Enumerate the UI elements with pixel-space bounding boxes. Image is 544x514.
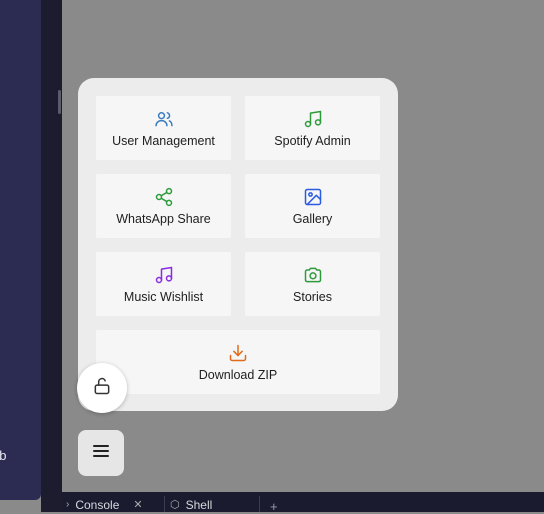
close-icon[interactable]: ✕ [133, 498, 142, 511]
tile-label: User Management [112, 134, 215, 148]
music-icon [153, 264, 175, 286]
download-zip-button[interactable]: Download ZIP [96, 330, 380, 394]
tile-label: Gallery [292, 212, 333, 226]
tab-console[interactable]: › Console ✕ [66, 497, 143, 512]
unlock-button[interactable] [77, 363, 127, 413]
tile-label: Spotify Admin [274, 134, 351, 148]
tab-shell[interactable]: ⬡ Shell [170, 497, 212, 512]
music-icon [302, 108, 324, 130]
quick-actions-panel: User Management Spotify Admin WhatsApp S… [78, 78, 398, 411]
tile-label: Music Wishlist [123, 290, 204, 304]
menu-toggle-button[interactable] [78, 430, 124, 476]
whatsapp-share-button[interactable]: WhatsApp Share [96, 174, 231, 238]
camera-icon [302, 264, 324, 286]
tab-divider [259, 496, 260, 512]
tile-label: WhatsApp Share [116, 212, 211, 226]
users-icon [153, 108, 175, 130]
share-icon [153, 186, 175, 208]
unlock-icon [92, 376, 112, 401]
left-sidebar: ob [0, 0, 41, 500]
image-icon [302, 186, 324, 208]
sidebar-gutter [41, 0, 62, 512]
gallery-button[interactable]: Gallery [245, 174, 380, 238]
user-management-button[interactable]: User Management [96, 96, 231, 160]
resize-handle[interactable] [58, 90, 61, 114]
download-icon [227, 342, 249, 364]
hamburger-icon [92, 443, 110, 464]
tile-label: Stories [293, 290, 332, 304]
sidebar-truncated-text: ob [0, 448, 7, 463]
tab-divider [164, 496, 165, 512]
tile-label: Download ZIP [198, 368, 278, 382]
shell-icon: ⬡ [170, 499, 180, 511]
music-wishlist-button[interactable]: Music Wishlist [96, 252, 231, 316]
stories-button[interactable]: Stories [245, 252, 380, 316]
spotify-admin-button[interactable]: Spotify Admin [245, 96, 380, 160]
tab-console-label: Console [75, 497, 120, 512]
chevron-right-icon: › [66, 499, 70, 510]
tab-shell-label: Shell [185, 497, 213, 512]
